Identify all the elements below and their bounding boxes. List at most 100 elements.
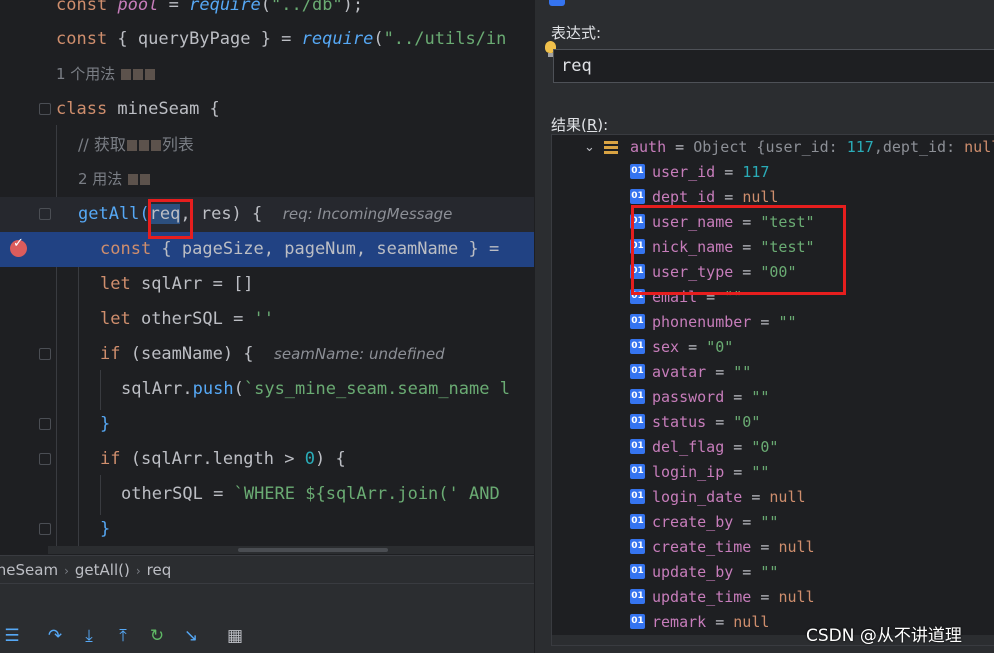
tree-node-field[interactable]: 01 phonenumber = "" — [552, 310, 994, 335]
tree-node-field[interactable]: 01 status = "0" — [552, 410, 994, 435]
class-name: mineSeam { — [107, 99, 220, 119]
fold-marker-icon[interactable] — [39, 208, 51, 220]
run-to-cursor-icon[interactable]: ↘ — [181, 626, 201, 646]
object-icon — [604, 141, 618, 154]
tree-node-auth[interactable]: ⌄ auth = Object {user_id: 117,dept_id: n… — [552, 135, 994, 160]
tree-node-field[interactable]: 01 update_time = null — [552, 585, 994, 610]
field-type-icon: 01 — [630, 489, 645, 504]
result-tree[interactable]: ⌄ auth = Object {user_id: 117,dept_id: n… — [551, 134, 994, 646]
fold-marker-icon[interactable] — [39, 453, 51, 465]
tree-node-field[interactable]: 01 del_flag = "0" — [552, 435, 994, 460]
field-name: update_time — [652, 588, 752, 606]
node-eq: = — [666, 138, 694, 156]
inline-value-hint: seamName: undefined — [274, 345, 445, 363]
field-value: "0" — [733, 413, 761, 431]
code-text: if (sqlArr.length > 0) { — [100, 442, 346, 477]
field-value: null — [742, 188, 779, 206]
field-value: "" — [760, 563, 779, 581]
code-body: otherSQL = — [130, 309, 254, 329]
comment-text: // 获取 — [78, 135, 126, 154]
chevron-down-icon[interactable]: ⌄ — [584, 135, 595, 160]
tree-node-field[interactable]: 01 avatar = "" — [552, 360, 994, 385]
number-literal: 0 — [304, 449, 315, 469]
annotation-highlight-box — [631, 205, 846, 295]
fold-marker-icon[interactable] — [39, 523, 51, 535]
rerun-icon[interactable]: ↻ — [147, 626, 167, 646]
comment-text: 列表 — [161, 135, 194, 154]
breakpoint-line[interactable]: const { pageSize, pageNum, seamName } = — [0, 232, 534, 267]
code-text: const pool = require("../db"); — [56, 0, 363, 23]
node-value: Object {user_id: — [693, 138, 847, 156]
step-out-icon[interactable]: ⤒ — [113, 626, 133, 646]
field-value: "" — [751, 388, 770, 406]
result-label-text: 结果( — [551, 116, 587, 134]
redacted-block — [145, 69, 156, 80]
field-name: login_ip — [652, 463, 725, 481]
code-line[interactable]: // 获取 列表 — [0, 127, 534, 162]
annotation-highlight-box — [148, 199, 193, 239]
breadcrumb-item[interactable]: mineSeam — [0, 561, 58, 579]
fold-marker-icon[interactable] — [39, 418, 51, 430]
field-value: "0" — [751, 438, 779, 456]
breakpoint-icon[interactable]: ✓ — [10, 236, 27, 257]
expression-input[interactable]: req — [553, 49, 994, 83]
node-value: null — [964, 138, 994, 156]
node-text: update_time = null — [652, 585, 815, 610]
step-over-icon[interactable]: ↷ — [45, 626, 65, 646]
code-comment: // 获取 列表 — [78, 127, 194, 162]
code-line[interactable]: otherSQL = `WHERE ${sqlArr.join(' AND — [0, 477, 534, 512]
code-editor[interactable]: const pool = require("../db"); const { q… — [0, 0, 534, 555]
field-type-icon: 01 — [630, 564, 645, 579]
tree-node-field[interactable]: 01 create_time = null — [552, 535, 994, 560]
code-line[interactable]: } — [0, 512, 534, 547]
tree-node-field[interactable]: 01 sex = "0" — [552, 335, 994, 360]
result-label-mnemonic: R — [586, 116, 598, 134]
node-value: 117 — [846, 138, 874, 156]
usages-link[interactable]: 1 个用法 — [56, 57, 156, 92]
tree-node-field[interactable]: 01 password = "" — [552, 385, 994, 410]
field-value: 117 — [742, 163, 770, 181]
code-line[interactable]: let sqlArr = [] — [0, 267, 534, 302]
tree-node-field[interactable]: 01 create_by = "" — [552, 510, 994, 535]
string-literal: "../db" — [271, 0, 343, 15]
step-into-icon[interactable]: ⤓ — [79, 626, 99, 646]
usage-hint-line[interactable]: 1 个用法 — [0, 57, 534, 92]
usage-hint-line[interactable]: 2 用法 — [0, 162, 534, 197]
usages-link[interactable]: 2 用法 — [78, 162, 151, 197]
menu-icon[interactable]: ☰ — [2, 626, 22, 646]
code-line[interactable]: sqlArr.push(`sys_mine_seam.seam_name l — [0, 372, 534, 407]
breadcrumb-item[interactable]: getAll() — [75, 561, 130, 579]
tree-node-field[interactable]: 01 update_by = "" — [552, 560, 994, 585]
code-text: class mineSeam { — [56, 92, 220, 127]
code-line[interactable]: class mineSeam { — [0, 92, 534, 127]
node-eq: = — [742, 488, 770, 506]
node-text: del_flag = "0" — [652, 435, 778, 460]
code-text: sqlArr.push(`sys_mine_seam.seam_name l — [121, 372, 510, 407]
node-eq: = — [724, 463, 752, 481]
code-line[interactable]: const pool = require("../db"); — [0, 0, 534, 23]
code-line[interactable]: if (sqlArr.length > 0) { — [0, 442, 534, 477]
redacted-block — [128, 174, 139, 185]
tree-node-field[interactable]: 01 user_id = 117 — [552, 160, 994, 185]
tree-node-field[interactable]: 01 login_ip = "" — [552, 460, 994, 485]
code-body: { pageSize, pageNum, seamName } = — [151, 239, 510, 259]
redacted-block — [133, 69, 144, 80]
code-line[interactable]: } — [0, 407, 534, 442]
expression-label: 表达式: — [551, 24, 602, 42]
scrollbar-thumb[interactable] — [238, 548, 388, 552]
code-line[interactable]: getAll(req, res) { req: IncomingMessage — [0, 197, 534, 232]
horizontal-scrollbar[interactable] — [48, 546, 534, 554]
fold-marker-icon[interactable] — [39, 348, 51, 360]
field-value: "" — [760, 513, 779, 531]
node-eq: = — [715, 188, 743, 206]
code-line[interactable]: if (seamName) { seamName: undefined — [0, 337, 534, 372]
field-value: "" — [733, 363, 752, 381]
evaluate-icon[interactable]: ▦ — [225, 626, 245, 646]
code-line[interactable]: let otherSQL = '' — [0, 302, 534, 337]
fold-marker-icon[interactable] — [39, 103, 51, 115]
code-line[interactable]: const { queryByPage } = require("../util… — [0, 22, 534, 57]
breadcrumb-item[interactable]: req — [147, 561, 172, 579]
field-type-icon: 01 — [630, 389, 645, 404]
tree-node-field[interactable]: 01 login_date = null — [552, 485, 994, 510]
node-eq: = — [706, 363, 734, 381]
